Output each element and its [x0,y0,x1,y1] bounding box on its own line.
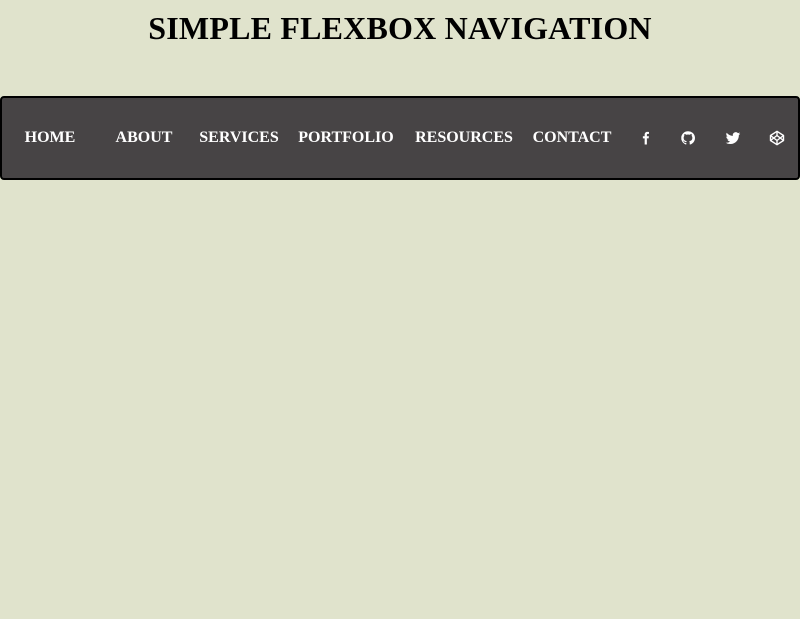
main-navigation: HOME ABOUT SERVICES PORTFOLIO RESOURCES … [0,96,800,180]
nav-link-contact[interactable]: CONTACT [526,98,618,178]
codepen-icon[interactable] [769,130,785,146]
nav-link-resources[interactable]: RESOURCES [410,98,518,178]
nav-link-home[interactable]: HOME [2,98,98,178]
facebook-icon[interactable] [637,130,653,146]
nav-link-services[interactable]: SERVICES [192,98,286,178]
page-title: SIMPLE FLEXBOX NAVIGATION [148,10,652,46]
twitter-icon[interactable] [725,130,741,146]
github-icon[interactable] [680,130,696,146]
nav-link-about[interactable]: ABOUT [98,98,190,178]
nav-link-portfolio[interactable]: PORTFOLIO [296,98,396,178]
